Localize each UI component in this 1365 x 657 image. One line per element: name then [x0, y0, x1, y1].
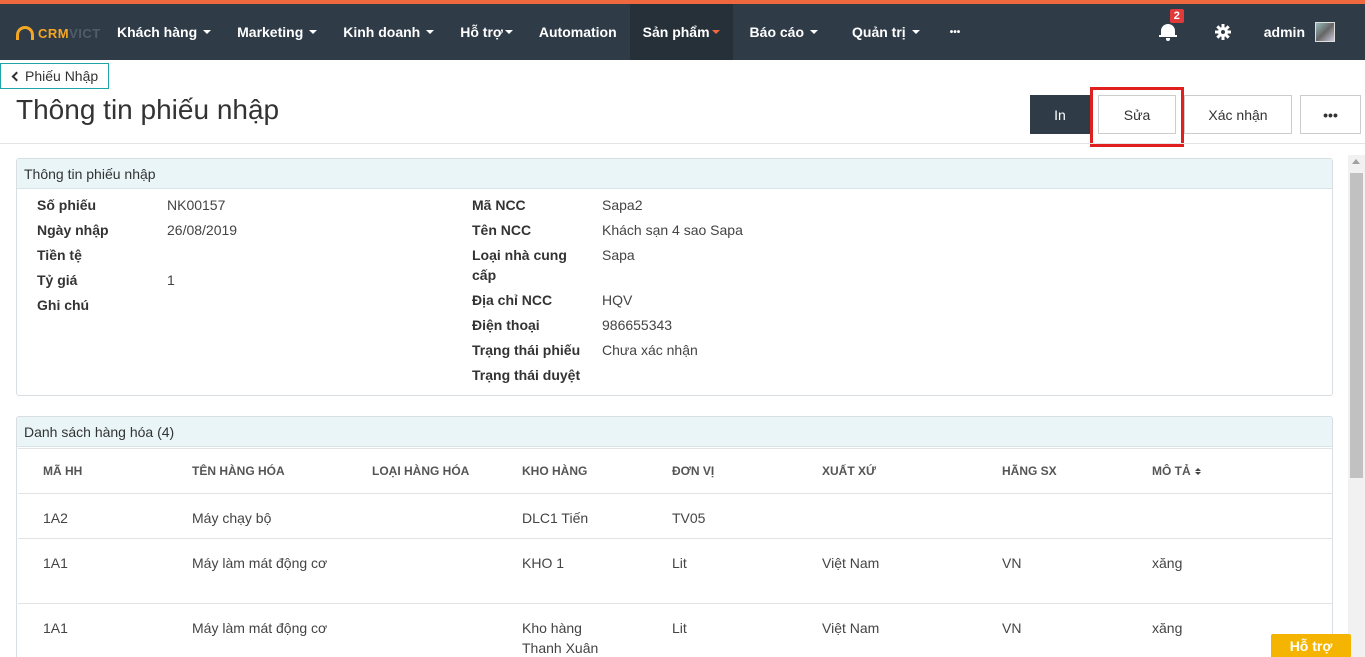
page-title: Thông tin phiếu nhập — [16, 94, 280, 125]
panel-title: Danh sách hàng hóa (4) — [17, 417, 1332, 447]
nav-ho-tro[interactable]: Hỗ trợ — [447, 4, 526, 60]
value-trang-thai-phieu: Chưa xác nhận — [602, 342, 698, 358]
col-loai-hang-hoa[interactable]: LOẠI HÀNG HÓA — [372, 464, 469, 478]
sort-icon[interactable] — [1194, 468, 1201, 476]
nav-automation[interactable]: Automation — [526, 4, 630, 60]
value-dien-thoai: 986655343 — [602, 317, 673, 333]
nav-san-pham[interactable]: Sản phẩm — [629, 4, 733, 60]
caret-down-icon — [711, 30, 720, 34]
scroll-thumb[interactable] — [1350, 173, 1363, 478]
value-ten-ncc: Khách sạn 4 sao Sapa — [602, 222, 743, 238]
page-scrollbar[interactable] — [1348, 155, 1365, 657]
table-header: MÃ HH TÊN HÀNG HÓA LOẠI HÀNG HÓA KHO HÀN… — [18, 448, 1332, 494]
nav-kinh-doanh[interactable]: Kinh doanh — [330, 4, 447, 60]
back-button[interactable]: Phiếu Nhập — [0, 63, 110, 89]
field-ma-ncc: Mã NCC — [472, 197, 526, 213]
caret-down-icon — [504, 30, 513, 34]
field-ghi-chu: Ghi chú — [37, 297, 90, 313]
user-menu[interactable]: admin — [1264, 22, 1335, 42]
table-row[interactable]: 1A1 Máy làm mát động cơ Kho hàng Thanh X… — [18, 604, 1332, 657]
edit-button[interactable]: Sửa — [1098, 95, 1176, 134]
chevron-left-icon — [11, 71, 22, 81]
col-ma-hh[interactable]: MÃ HH — [43, 464, 82, 478]
goods-list-panel: Danh sách hàng hóa (4) MÃ HH TÊN HÀNG HÓ… — [16, 416, 1333, 657]
value-ty-gia: 1 — [167, 272, 175, 288]
crm-logo[interactable]: CRMVICT — [16, 22, 101, 44]
col-hang-sx[interactable]: HÃNG SX — [1002, 464, 1057, 478]
caret-down-icon — [810, 30, 819, 34]
value-loai-ncc: Sapa — [602, 247, 635, 263]
field-trang-thai-phieu: Trạng thái phiếu — [472, 342, 581, 358]
goods-table: MÃ HH TÊN HÀNG HÓA LOẠI HÀNG HÓA KHO HÀN… — [18, 448, 1332, 657]
bell-icon[interactable]: 2 — [1158, 9, 1184, 42]
top-navbar: CRMVICT Khách hàng Marketing Kinh doanh … — [0, 0, 1365, 60]
caret-down-icon — [309, 30, 318, 34]
logo-suffix: VICT — [69, 25, 101, 41]
notification-badge: 2 — [1169, 9, 1184, 23]
logo-brand: CRM — [38, 25, 70, 41]
col-kho-hang[interactable]: KHO HÀNG — [522, 464, 587, 478]
nav-quan-tri[interactable]: Quản trị — [835, 4, 937, 60]
col-don-vi[interactable]: ĐƠN VỊ — [672, 464, 714, 478]
field-dia-chi-ncc: Địa chỉ NCC — [472, 292, 553, 308]
col-xuat-xu[interactable]: XUẤT XỨ — [822, 464, 876, 478]
field-ten-ncc: Tên NCC — [472, 222, 532, 238]
col-mo-ta[interactable]: MÔ TẢ — [1152, 464, 1201, 478]
header-divider — [0, 143, 1365, 144]
print-button[interactable]: In — [1030, 95, 1090, 134]
table-row[interactable]: 1A2 Máy chạy bộ DLC1 Tiến TV05 — [18, 494, 1332, 539]
field-ngay-nhap: Ngày nhập — [37, 222, 109, 238]
field-ty-gia: Tỷ giá — [37, 272, 78, 288]
table-row[interactable]: 1A1 Máy làm mát động cơ KHO 1 Lit Việt N… — [18, 539, 1332, 604]
panel-title: Thông tin phiếu nhập — [17, 159, 1332, 189]
value-ma-ncc: Sapa2 — [602, 197, 643, 213]
nav-marketing[interactable]: Marketing — [224, 4, 330, 60]
help-button[interactable]: Hỗ trợ — [1271, 634, 1351, 657]
scroll-up-arrow-icon[interactable] — [1352, 159, 1360, 164]
value-ngay-nhap: 26/08/2019 — [167, 222, 238, 238]
more-actions-button[interactable]: ••• — [1300, 95, 1361, 134]
receipt-info-panel: Thông tin phiếu nhập Số phiếu NK00157 Ng… — [16, 158, 1333, 396]
col-ten-hang-hoa[interactable]: TÊN HÀNG HÓA — [192, 464, 285, 478]
main-menu: Khách hàng Marketing Kinh doanh Hỗ trợ A… — [104, 4, 973, 60]
logo-icon — [16, 26, 34, 40]
caret-down-icon — [426, 30, 435, 34]
field-tien-te: Tiền tệ — [37, 247, 82, 263]
field-loai-ncc: Loại nhà cung cấp — [472, 247, 567, 283]
value-dia-chi-ncc: HQV — [602, 292, 633, 308]
action-toolbar: In Sửa Xác nhận ••• — [1030, 95, 1361, 134]
username: admin — [1263, 24, 1305, 40]
nav-khach-hang[interactable]: Khách hàng — [104, 4, 224, 60]
field-trang-thai-duyet: Trạng thái duyệt — [472, 367, 581, 383]
avatar — [1315, 22, 1335, 42]
field-dien-thoai: Điện thoại — [472, 317, 540, 333]
caret-down-icon — [911, 30, 920, 34]
nav-more[interactable]: ••• — [937, 4, 974, 60]
caret-down-icon — [203, 30, 212, 34]
gear-icon[interactable] — [1214, 23, 1232, 41]
nav-bao-cao[interactable]: Báo cáo — [733, 4, 835, 60]
field-so-phieu: Số phiếu — [37, 197, 97, 213]
value-so-phieu: NK00157 — [167, 197, 226, 213]
confirm-button[interactable]: Xác nhận — [1184, 95, 1292, 134]
